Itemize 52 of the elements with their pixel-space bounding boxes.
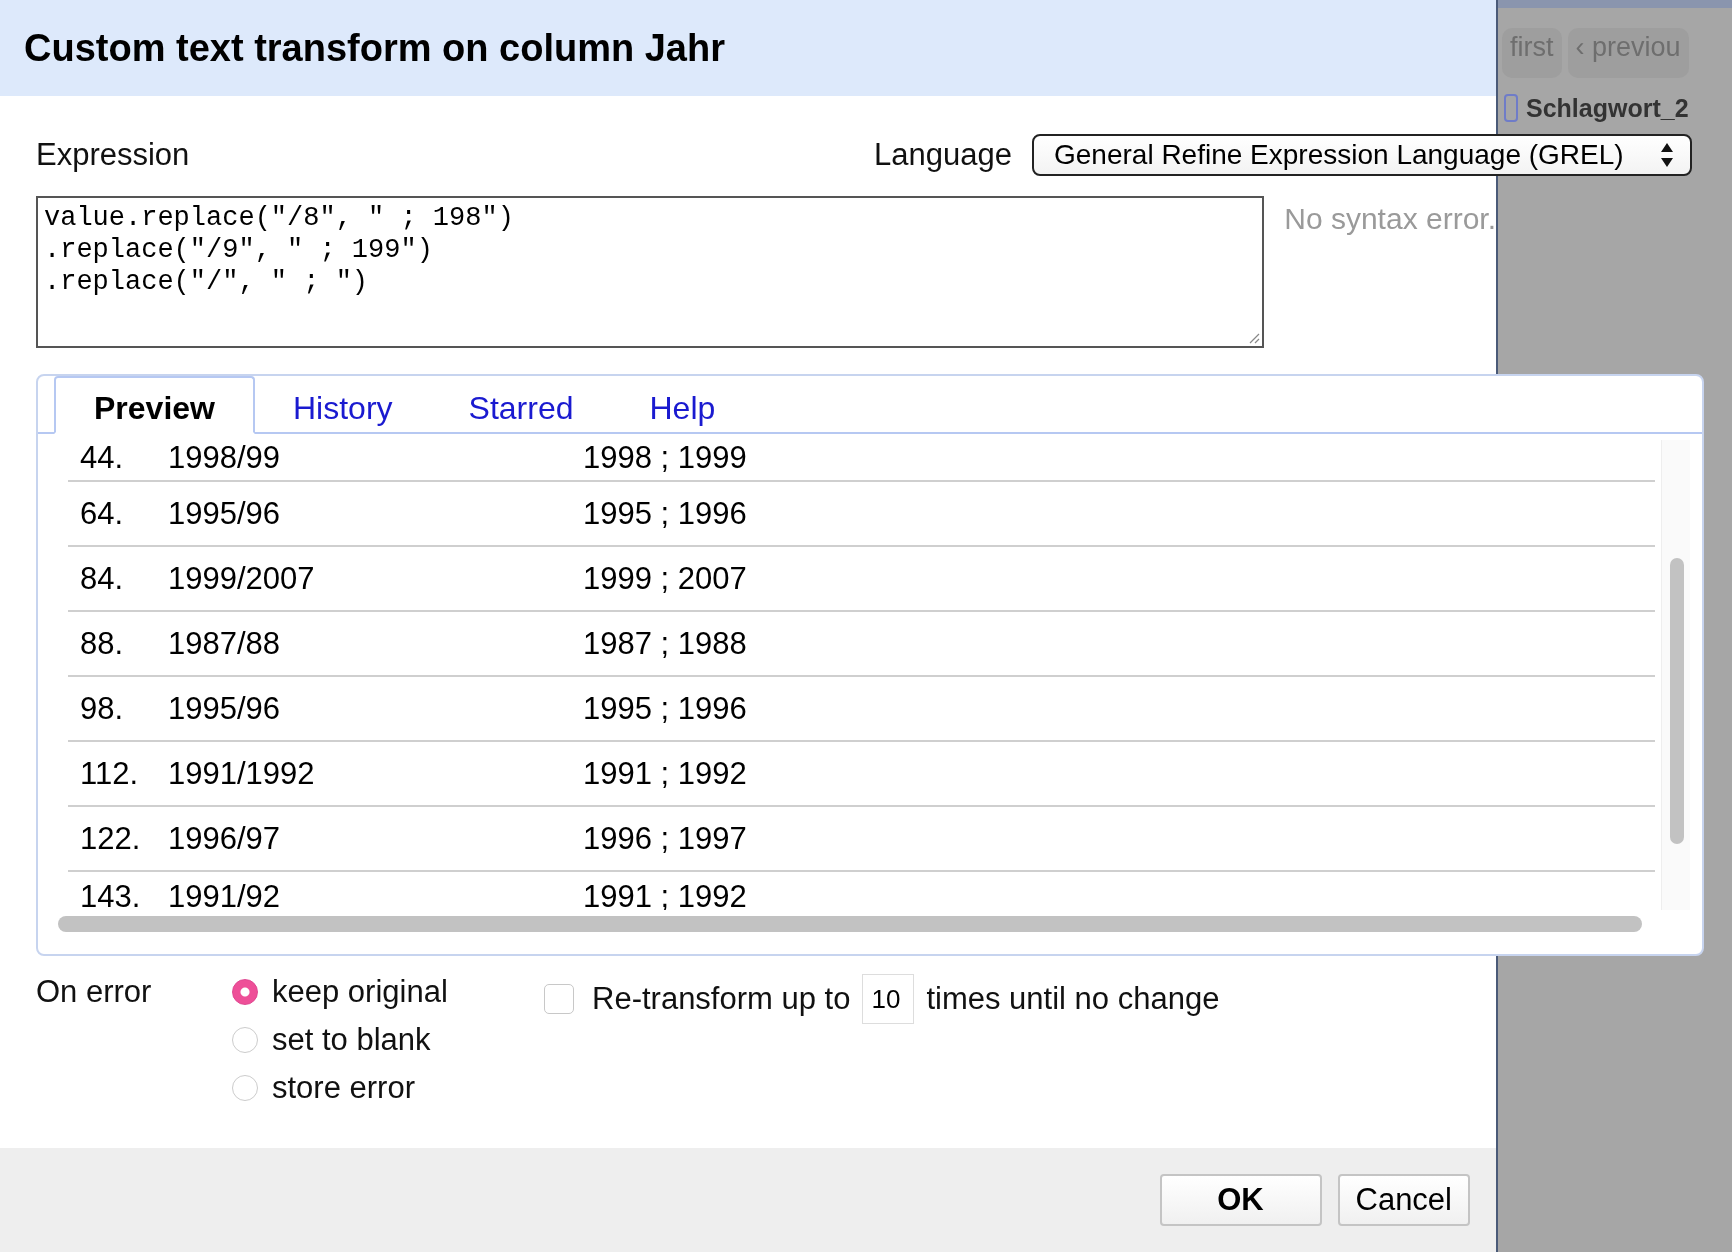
- ok-button[interactable]: OK: [1159, 1174, 1322, 1226]
- times-field[interactable]: 10: [862, 974, 915, 1024]
- updown-icon: [1660, 142, 1674, 168]
- transformed-value: 1998 ; 1999: [583, 440, 747, 476]
- row-number: 122.: [79, 820, 142, 857]
- tab[interactable]: History: [254, 376, 431, 434]
- transformed-value: 1999 ; 2007: [583, 560, 747, 597]
- original-value: 1991/92: [168, 879, 282, 910]
- original-value: 1987/88: [168, 625, 282, 662]
- expression-field[interactable]: value.replace("/8", " ; 198") .replace("/9", " ; 199") .replace("/", " ; "): [36, 196, 1265, 348]
- tab[interactable]: Help: [611, 376, 754, 434]
- row-number: 88.: [79, 625, 125, 662]
- horizontal-scrollbar[interactable]: [58, 916, 1642, 932]
- on-error-label: On error: [36, 974, 153, 1011]
- language-label: Language: [874, 137, 1012, 173]
- original-value: 1995/96: [168, 690, 282, 727]
- column-menu-icon[interactable]: [1504, 94, 1518, 122]
- language-select[interactable]: General Refine Expression Language (GREL): [1032, 134, 1692, 176]
- times-label: times until no change: [926, 981, 1220, 1017]
- original-value: 1995/96: [168, 495, 282, 532]
- checkbox-label[interactable]: Re-transform up to: [592, 981, 851, 1017]
- original-value: 1999/2007: [168, 560, 316, 597]
- original-value: 1998/99: [168, 440, 282, 476]
- radio-button[interactable]: [232, 1075, 258, 1101]
- transformed-value: 1996 ; 1997: [583, 820, 747, 857]
- tab[interactable]: Preview: [54, 376, 255, 434]
- dialog-title: Custom text transform on column Jahr: [24, 26, 725, 70]
- original-value: 1991/1992: [168, 755, 316, 792]
- syntax-status: No syntax error.: [1284, 201, 1496, 237]
- transformed-value: 1991 ; 1992: [583, 755, 747, 792]
- row-number: 84.: [79, 560, 125, 597]
- tab[interactable]: Starred: [430, 376, 612, 434]
- transformed-value: 1995 ; 1996: [583, 495, 747, 532]
- cancel-button[interactable]: Cancel: [1337, 1174, 1470, 1226]
- transformed-value: 1995 ; 1996: [583, 690, 747, 727]
- transformed-value: 1987 ; 1988: [583, 625, 747, 662]
- row-number: 98.: [79, 690, 125, 727]
- row-number: 44.: [79, 440, 125, 476]
- column-header: Schlagwort_2: [1526, 93, 1689, 123]
- radio-label[interactable]: keep original: [272, 974, 448, 1010]
- row-number: 143.: [79, 879, 142, 910]
- radio-button[interactable]: [232, 979, 258, 1005]
- expression-label: Expression: [36, 137, 190, 173]
- checkbox[interactable]: [544, 984, 574, 1014]
- vertical-scrollbar[interactable]: [1661, 440, 1690, 910]
- radio-label[interactable]: set to blank: [272, 1022, 431, 1058]
- radio-button[interactable]: [232, 1027, 258, 1053]
- original-value: 1996/97: [168, 820, 282, 857]
- row-number: 112.: [79, 755, 140, 792]
- resize-grip-icon: [1248, 332, 1261, 344]
- radio-label[interactable]: store error: [272, 1070, 415, 1106]
- row-number: 64.: [79, 495, 125, 532]
